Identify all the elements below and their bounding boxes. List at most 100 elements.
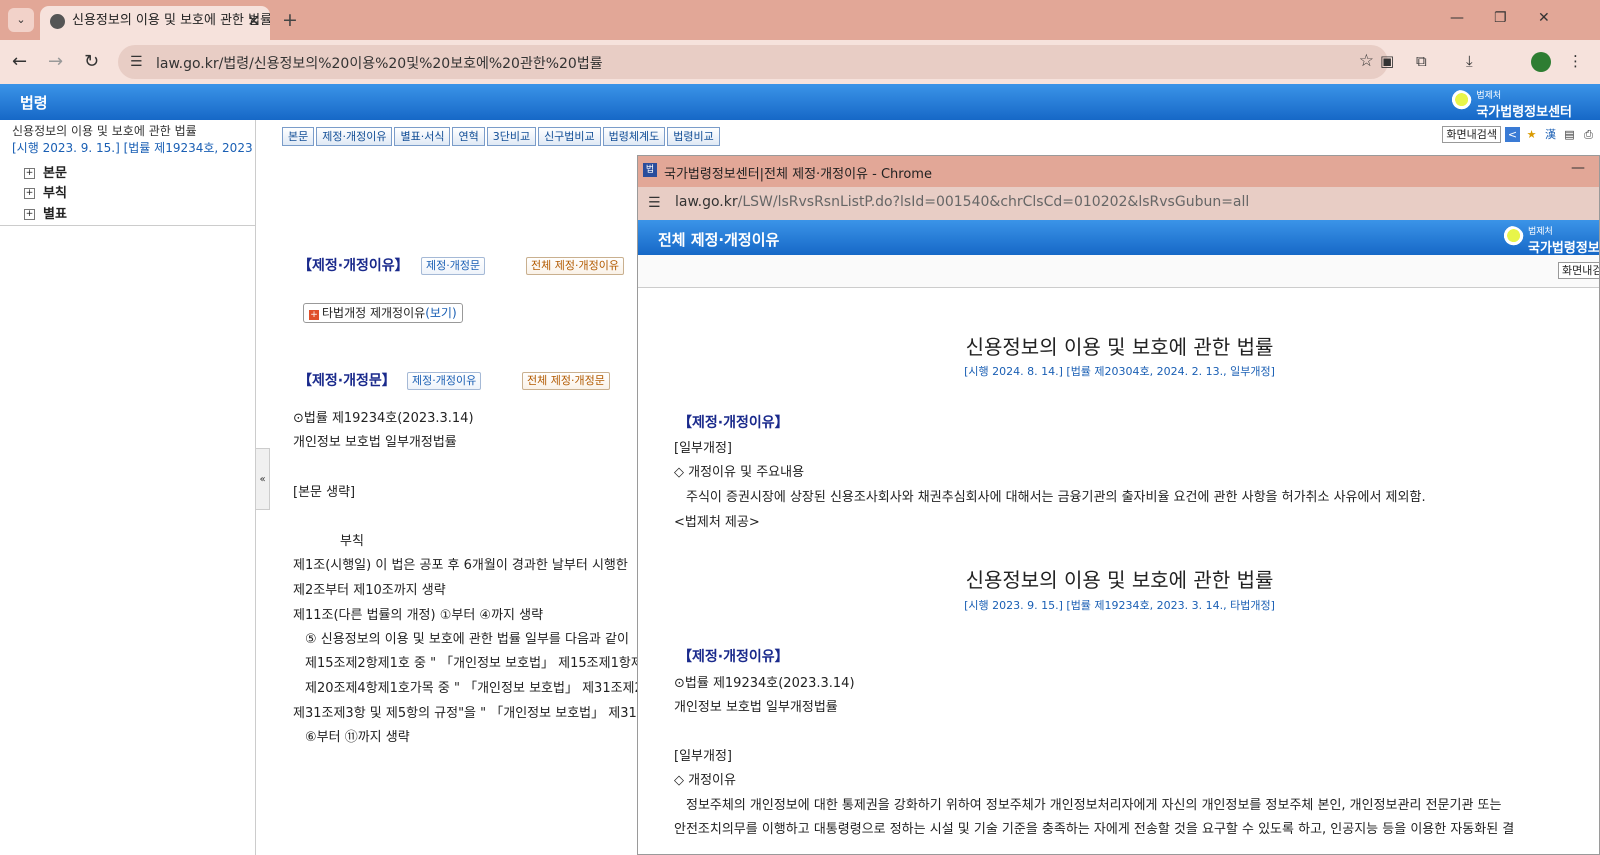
close-tab-icon[interactable]: ✕ <box>247 6 260 36</box>
site-title[interactable]: 법령 <box>20 92 48 113</box>
minimize-icon[interactable]: — <box>1450 10 1464 26</box>
block2-line: ◇ 개정이유 <box>674 773 736 788</box>
tree-item-appendix[interactable]: + 별표 <box>24 203 67 222</box>
left-panel: 신용정보의 이용 및 보호에 관한 법률 [시행 2023. 9. 15.] [… <box>0 120 256 855</box>
tab-search-icon[interactable]: ⌄ <box>8 8 34 32</box>
address-url[interactable]: law.go.kr/법령/신용정보의%20이용%20및%20보호에%20관한%2… <box>156 53 603 73</box>
new-tab-icon[interactable]: + <box>282 9 298 31</box>
body-line: ⑤ 신용정보의 이용 및 보호에 관한 법률 일부를 다음과 같이 <box>305 632 629 647</box>
body-line-addenda: 부칙 <box>340 534 364 549</box>
section-reason-heading: 【제정·개정이유】 <box>298 258 409 274</box>
popup-window-title: 국가법령정보센터|전체 제정·개정이유 - Chrome <box>664 167 932 182</box>
download-icon[interactable]: ⤓ <box>1466 52 1473 70</box>
site-info-icon[interactable]: ☰ <box>648 195 661 211</box>
btn-main-text[interactable]: 본문 <box>282 127 315 146</box>
save-icon[interactable]: ▤ <box>1562 127 1577 142</box>
btn-3way-compare[interactable]: 3단비교 <box>486 127 537 146</box>
collapse-panel-handle[interactable]: « <box>256 448 270 510</box>
extension-icon[interactable]: ▣ <box>1380 52 1394 70</box>
btn-law-compare[interactable]: 법령비교 <box>667 127 720 146</box>
body-line: 제15조제2항제1호 중 " 「개인정보 보호법」 제15조제1항제 <box>305 656 643 671</box>
content-tab-buttons: 본문 제정·개정이유 별표·서식 연혁 3단비교 신구법비교 법령체계도 법령비교 <box>282 125 722 146</box>
popup-url-path: /LSW/lsRvsRsnListP.do?lsId=001540&chrCls… <box>737 194 1250 210</box>
forward-icon[interactable]: → <box>48 51 63 72</box>
other-law-view-link[interactable]: (보기) <box>425 306 456 320</box>
block1-heading: 【제정·개정이유】 <box>678 415 789 431</box>
print-icon[interactable]: ⎙ <box>1581 127 1596 142</box>
tab-title: 신용정보의 이용 및 보호에 관한 법률 <box>72 13 270 28</box>
revision-text-button[interactable]: 제정·개정문 <box>421 257 486 275</box>
block2-line: 개인정보 보호법 일부개정법률 <box>674 700 838 715</box>
block2-meta: [시행 2023. 9. 15.] [법률 제19234호, 2023. 3. … <box>964 599 1275 612</box>
expand-icon[interactable]: + <box>24 188 35 199</box>
body-line: ⑥부터 ⑪까지 생략 <box>305 730 410 745</box>
globe-icon <box>50 14 65 29</box>
tree-item-main[interactable]: + 본문 <box>24 162 67 181</box>
logo-swirl-icon <box>1498 226 1524 250</box>
block2-line: [일부개정] <box>674 749 732 764</box>
back-icon[interactable]: ← <box>12 51 27 72</box>
bookmark-add-icon[interactable]: ★ <box>1524 127 1539 142</box>
popup-header-title: 전체 제정·개정이유 <box>658 231 780 249</box>
body-line: 제20조제4항제1호가목 중 " 「개인정보 보호법」 제31조제2 <box>305 681 643 696</box>
close-window-icon[interactable]: ✕ <box>1538 10 1550 26</box>
hanja-icon[interactable]: 漢 <box>1543 127 1558 142</box>
popup-minimize-icon[interactable]: — <box>1571 160 1585 176</box>
popup-address-bar[interactable]: ☰ law.go.kr/LSW/lsRvsRsnListP.do?lsId=00… <box>638 187 1599 220</box>
puzzle-icon[interactable]: ⧉ <box>1416 52 1427 70</box>
tree-label: 별표 <box>43 207 67 222</box>
popup-tool-strip: 화면내검색 <box>638 255 1599 288</box>
tree-item-addenda[interactable]: + 부칙 <box>24 182 67 201</box>
expand-icon[interactable]: + <box>24 168 35 179</box>
popup-logo: 법제처 국가법령정보센터 <box>1498 224 1599 256</box>
block2-title: 신용정보의 이용 및 보호에 관한 법률 <box>965 568 1274 592</box>
popup-search-button[interactable]: 화면내검색 <box>1558 262 1599 279</box>
other-law-revision-button[interactable]: + 타법개정 제개정이유(보기) <box>303 303 463 323</box>
other-law-label: 타법개정 제개정이유 <box>322 306 426 320</box>
block2-line: 안전조치의무를 이행하고 대통령령으로 정하는 시설 및 기술 기준을 충족하는… <box>674 822 1515 837</box>
browser-tab-active[interactable]: 신용정보의 이용 및 보호에 관한 법률 ✕ <box>40 6 270 40</box>
block2-heading: 【제정·개정이유】 <box>678 649 789 665</box>
popup-url-host: law.go.kr <box>675 194 738 210</box>
all-revision-text-button[interactable]: 전체 제정·개정문 <box>522 372 610 390</box>
tree-label: 부칙 <box>43 186 67 201</box>
btn-appendix-forms[interactable]: 별표·서식 <box>394 127 451 146</box>
body-line: 제2조부터 제10조까지 생략 <box>293 583 446 598</box>
more-menu-icon[interactable]: ⋮ <box>1568 52 1583 70</box>
btn-revision-reason[interactable]: 제정·개정이유 <box>316 127 393 146</box>
block1-line: 주식이 증권시장에 상장된 신용조사회사와 채권추심회사에 대해서는 금융기관의… <box>686 490 1426 505</box>
block1-line: <법제처 제공> <box>674 515 760 530</box>
expand-icon[interactable]: + <box>24 209 35 220</box>
browser-tab-bar: ⌄ 신용정보의 이용 및 보호에 관한 법률 ✕ + — ❐ ✕ <box>0 0 1600 40</box>
block1-title: 신용정보의 이용 및 보호에 관한 법률 <box>965 335 1274 359</box>
revision-reason-button[interactable]: 제정·개정이유 <box>407 372 482 390</box>
btn-law-hierarchy[interactable]: 법령체계도 <box>602 127 666 146</box>
body-line: 개인정보 보호법 일부개정법률 <box>293 435 457 450</box>
bookmark-star-icon[interactable]: ☆ <box>1359 51 1374 71</box>
in-page-search-button[interactable]: 화면내검색 <box>1442 126 1501 143</box>
block2-line: ⊙법률 제19234호(2023.3.14) <box>674 676 855 691</box>
share-icon[interactable]: < <box>1505 127 1520 142</box>
popup-url[interactable]: law.go.kr/LSW/lsRvsRsnListP.do?lsId=0015… <box>675 194 1249 210</box>
body-line: 제31조제3항 및 제5항의 규정"을 " 「개인정보 보호법」 제31조 <box>293 706 649 721</box>
btn-old-new-compare[interactable]: 신구법비교 <box>538 127 601 146</box>
law-meta: [시행 2023. 9. 15.] [법률 제19234호, 2023. 3. … <box>12 141 252 155</box>
law-favicon-icon: 법 <box>643 163 657 177</box>
block1-meta: [시행 2024. 8. 14.] [법률 제20304호, 2024. 2. … <box>964 365 1275 378</box>
section-text-heading: 【제정·개정문】 <box>298 373 396 389</box>
restore-icon[interactable]: ❐ <box>1494 10 1507 26</box>
all-revision-reason-button[interactable]: 전체 제정·개정이유 <box>526 257 624 275</box>
site-info-icon[interactable]: ☰ <box>130 54 143 70</box>
block1-line: ◇ 개정이유 및 주요내용 <box>674 465 805 480</box>
profile-avatar[interactable] <box>1531 52 1551 72</box>
site-logo[interactable]: 법제처 국가법령정보센터 <box>1446 88 1572 120</box>
law-title: 신용정보의 이용 및 보호에 관한 법률 <box>12 124 197 138</box>
popup-titlebar[interactable]: 법 국가법령정보센터|전체 제정·개정이유 - Chrome — <box>638 156 1599 187</box>
right-tools: 화면내검색 < ★ 漢 ▤ ⎙ <box>1442 124 1596 143</box>
reload-icon[interactable]: ↻ <box>84 51 99 72</box>
address-bar[interactable]: ☰ law.go.kr/법령/신용정보의%20이용%20및%20보호에%20관한… <box>118 45 1388 79</box>
block1-line: [일부개정] <box>674 441 732 456</box>
btn-history[interactable]: 연혁 <box>452 127 485 146</box>
block2-line: 정보주체의 개인정보에 대한 통제권을 강화하기 위하여 정보주체가 개인정보처… <box>686 798 1502 813</box>
divider <box>0 225 255 226</box>
